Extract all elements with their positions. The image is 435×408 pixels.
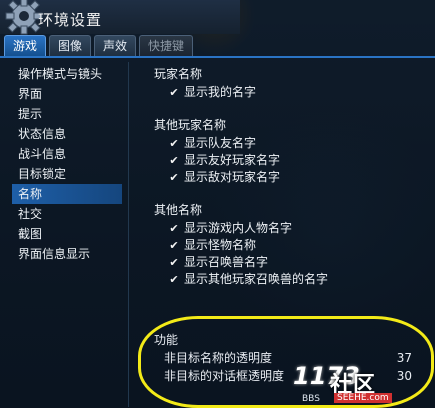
nav-item-tips[interactable]: 提示	[12, 104, 122, 124]
nav-item-interface[interactable]: 界面	[12, 84, 122, 104]
watermark-bbs: BBS	[302, 394, 320, 404]
checkmark-icon[interactable]: ✔	[168, 271, 180, 288]
panel-divider	[128, 62, 129, 407]
nav-item-screenshot[interactable]: 截图	[12, 224, 122, 244]
nav-item-social[interactable]: 社交	[12, 204, 122, 224]
nav-item-ui-info-display[interactable]: 界面信息显示	[12, 244, 122, 264]
checkbox-show-summon-names[interactable]: ✔ 显示召唤兽名字	[168, 254, 435, 271]
section-title-player-name: 玩家名称	[154, 67, 203, 81]
section-title-other-players: 其他玩家名称	[154, 118, 227, 132]
nav-item-control-camera[interactable]: 操作模式与镜头	[12, 64, 122, 84]
checkbox-show-hostile-players[interactable]: ✔ 显示敌对玩家名字	[168, 169, 435, 186]
nav-item-combat-info[interactable]: 战斗信息	[12, 144, 122, 164]
tab-hotkeys[interactable]: 快捷键	[139, 35, 194, 56]
nav-item-status-info[interactable]: 状态信息	[12, 124, 122, 144]
checkmark-icon[interactable]: ✔	[168, 152, 180, 169]
tab-graphics[interactable]: 图像	[49, 35, 92, 56]
checkmark-icon[interactable]: ✔	[168, 254, 180, 271]
checkbox-show-friendly-players[interactable]: ✔ 显示友好玩家名字	[168, 152, 435, 169]
checkmark-icon[interactable]: ✔	[168, 169, 180, 186]
checkmark-icon[interactable]: ✔	[168, 84, 180, 101]
option-label: 显示我的名字	[184, 85, 257, 99]
names-settings-panel: 玩家名称 ✔ 显示我的名字 其他玩家名称 ✔ 显示队友名字 ✔ 显示友好玩家名字…	[150, 64, 435, 288]
option-label: 显示友好玩家名字	[184, 153, 281, 167]
nav-item-names[interactable]: 名称	[12, 184, 122, 204]
tab-bar: 游戏 图像 声效 快捷键	[4, 35, 196, 57]
checkbox-show-my-name[interactable]: ✔ 显示我的名字	[168, 84, 435, 101]
checkbox-show-npc-names[interactable]: ✔ 显示游戏内人物名字	[168, 220, 435, 237]
option-label: 显示其他玩家召唤兽的名字	[184, 272, 329, 286]
option-label: 显示队友名字	[184, 136, 257, 150]
tab-game[interactable]: 游戏	[4, 35, 47, 56]
tab-sound[interactable]: 声效	[94, 35, 137, 56]
checkbox-show-monster-names[interactable]: ✔ 显示怪物名称	[168, 237, 435, 254]
tab-underline	[0, 56, 435, 58]
checkbox-show-other-summon-names[interactable]: ✔ 显示其他玩家召唤兽的名字	[168, 271, 435, 288]
checkmark-icon[interactable]: ✔	[168, 135, 180, 152]
settings-nav: 操作模式与镜头 界面 提示 状态信息 战斗信息 目标锁定 名称 社交 截图 界面…	[12, 64, 122, 264]
option-label: 显示怪物名称	[184, 238, 257, 252]
checkmark-icon[interactable]: ✔	[168, 220, 180, 237]
option-label: 显示召唤兽名字	[184, 255, 269, 269]
title-bar: 环境设置	[0, 0, 240, 35]
checkbox-show-teammates[interactable]: ✔ 显示队友名字	[168, 135, 435, 152]
nav-item-target-lock[interactable]: 目标锁定	[12, 164, 122, 184]
window-title: 环境设置	[38, 11, 103, 29]
checkmark-icon[interactable]: ✔	[168, 237, 180, 254]
section-title-other-names: 其他名称	[154, 203, 203, 217]
option-label: 显示游戏内人物名字	[184, 221, 293, 235]
watermark-url: SEEHE.com	[334, 393, 392, 403]
settings-window: 环境设置 游戏 图像 声效 快捷键 操作模式与镜头 界面 提示 状态信息 战斗信…	[0, 0, 435, 408]
option-label: 显示敌对玩家名字	[184, 170, 281, 184]
